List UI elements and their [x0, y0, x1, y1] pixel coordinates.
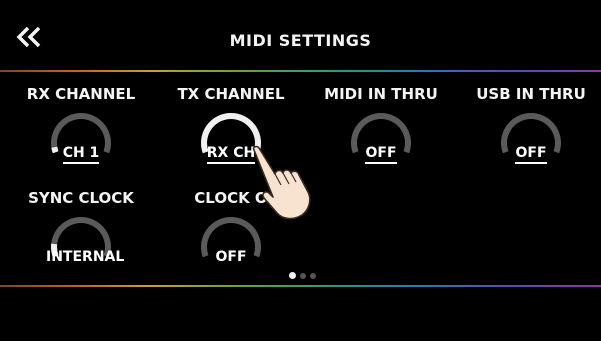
midi-in-thru-value: OFF	[365, 145, 397, 164]
sync-clock-label: SYNC CLOCK	[28, 189, 134, 207]
pointing-hand-icon	[248, 144, 318, 222]
page-indicator	[287, 272, 327, 282]
rx-channel-knob[interactable]: CH 1	[46, 109, 116, 169]
page-dot-2[interactable]	[300, 273, 306, 279]
page-dot-1[interactable]	[289, 272, 296, 279]
usb-in-thru-knob[interactable]: OFF	[496, 109, 566, 169]
clock-out-value: OFF	[215, 249, 247, 265]
header-divider	[0, 70, 601, 72]
rx-channel-control: RX CHANNEL CH 1	[6, 85, 156, 205]
usb-in-thru-control: USB IN THRU OFF	[456, 85, 601, 205]
sync-clock-knob[interactable]: INTERNAL	[46, 213, 124, 273]
header-bar: MIDI SETTINGS	[0, 0, 601, 70]
page-title: MIDI SETTINGS	[229, 31, 372, 50]
footer-divider	[0, 285, 601, 287]
rx-channel-label: RX CHANNEL	[26, 85, 136, 103]
usb-in-thru-label: USB IN THRU	[476, 85, 586, 103]
tx-channel-label: TX CHANNEL	[177, 85, 285, 103]
sync-clock-value: INTERNAL	[46, 249, 125, 265]
midi-in-thru-label: MIDI IN THRU	[324, 85, 438, 103]
usb-in-thru-value: OFF	[515, 145, 547, 164]
rx-channel-value: CH 1	[62, 145, 100, 164]
sync-clock-control: SYNC CLOCK INTERNAL	[6, 189, 156, 309]
page-dot-3[interactable]	[310, 273, 316, 279]
midi-in-thru-knob[interactable]: OFF	[346, 109, 416, 169]
midi-in-thru-control: MIDI IN THRU OFF	[306, 85, 456, 205]
